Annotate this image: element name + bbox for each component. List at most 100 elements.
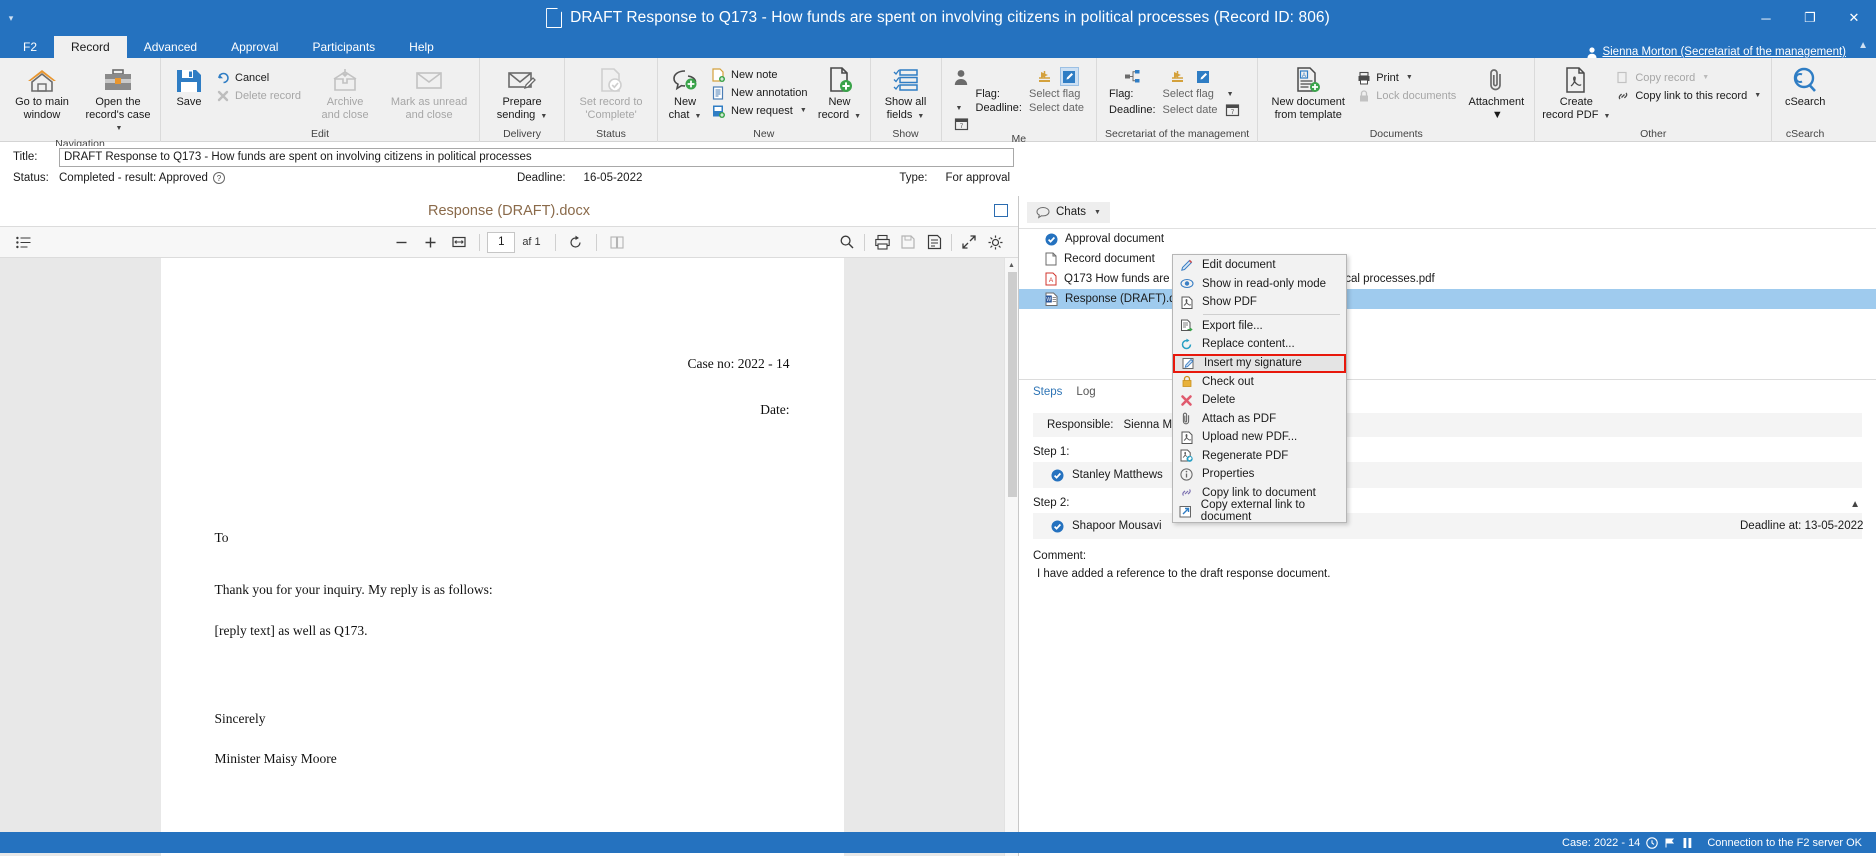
context-menu-item-show-read-only[interactable]: Show in read-only mode — [1173, 275, 1346, 294]
new-request-button[interactable]: New request ▼ — [708, 102, 813, 119]
context-menu-item-edit-document[interactable]: Edit document — [1173, 256, 1346, 275]
set-record-to-complete-button[interactable]: Set record to 'Complete' — [569, 61, 653, 121]
tab-record[interactable]: Record — [54, 36, 127, 58]
context-menu-item-show-pdf[interactable]: Show PDF — [1173, 293, 1346, 312]
ribbon-group-secretariat: Flag: Select flag ▼ Deadline: Select dat… — [1097, 58, 1258, 142]
cancel-button[interactable]: Cancel — [213, 69, 307, 86]
context-menu-item-copy-external-link[interactable]: Copy external link to document — [1173, 502, 1346, 521]
save-button[interactable]: Save — [165, 61, 213, 109]
pause-icon[interactable] — [1682, 837, 1693, 849]
list-item-response-draft-docx[interactable]: W Response (DRAFT).docx — [1019, 289, 1876, 309]
new-annotation-button[interactable]: New annotation — [708, 84, 813, 101]
gear-icon[interactable] — [982, 230, 1008, 254]
secretariat-flag-dropdown-icon[interactable]: ▼ — [1227, 91, 1240, 98]
context-menu-item-replace-content[interactable]: Replace content... — [1173, 335, 1346, 354]
secretariat-edit-flag-icon[interactable] — [1193, 67, 1212, 86]
secretariat-flag-value[interactable]: Select flag — [1163, 88, 1218, 100]
close-button[interactable]: ✕ — [1832, 0, 1876, 36]
fit-width-icon[interactable] — [446, 230, 472, 254]
context-menu-item-properties[interactable]: Properties — [1173, 465, 1346, 484]
zoom-out-icon[interactable] — [388, 230, 414, 254]
list-item-record-document[interactable]: Record document — [1019, 249, 1876, 269]
step-1-row[interactable]: Stanley Matthews — [1033, 462, 1862, 488]
annotation-icon — [711, 86, 726, 100]
me-deadline-value[interactable]: Select date — [1029, 102, 1084, 114]
context-menu-item-regenerate-pdf[interactable]: Regenerate PDF — [1173, 447, 1346, 466]
maximize-button[interactable]: ❐ — [1788, 0, 1832, 36]
clock-icon[interactable] — [1646, 837, 1658, 849]
attachment-dropdown-icon[interactable]: ▼ — [1492, 109, 1503, 122]
pdf-viewport[interactable]: Case no: 2022 - 14 Date: To Thank you fo… — [0, 258, 1004, 856]
popout-icon[interactable] — [994, 204, 1008, 217]
sidebar-toggle-icon[interactable] — [10, 230, 36, 254]
save-copy-icon[interactable] — [895, 230, 921, 254]
me-calendar-icon[interactable]: 7 — [954, 116, 969, 131]
step-2-row[interactable]: Shapoor Mousavi — [1033, 513, 1862, 539]
secretariat-set-flag-icon[interactable] — [1168, 67, 1187, 86]
flag-icon[interactable] — [1664, 837, 1676, 849]
open-records-case-button[interactable]: Open the record's case ▼ — [80, 61, 156, 136]
new-record-button[interactable]: New record ▼ — [814, 61, 866, 123]
new-document-from-template-button[interactable]: A New document from template — [1262, 61, 1354, 121]
me-edit-flag-icon[interactable] — [1060, 67, 1079, 86]
zoom-in-icon[interactable] — [417, 230, 443, 254]
csearch-button[interactable]: cSearch — [1776, 61, 1834, 109]
archive-and-close-button[interactable]: Archive and close — [307, 61, 383, 121]
main-area: Response (DRAFT).docx af 1 — [0, 196, 1876, 856]
secretariat-deadline-value[interactable]: Select date — [1163, 104, 1218, 116]
secretariat-calendar-icon[interactable]: 7 — [1225, 102, 1240, 117]
me-set-flag-icon[interactable] — [1035, 67, 1054, 86]
context-menu-item-export-file[interactable]: Export file... — [1173, 317, 1346, 336]
create-record-pdf-button[interactable]: Create record PDF ▼ — [1539, 61, 1613, 123]
show-all-fields-button[interactable]: Show all fields ▼ — [875, 61, 937, 123]
expand-icon[interactable] — [956, 230, 982, 254]
chats-button[interactable]: Chats ▼ — [1027, 202, 1110, 223]
print-icon[interactable] — [869, 230, 895, 254]
new-note-button[interactable]: New note — [708, 66, 813, 83]
scroll-up-icon[interactable]: ▲ — [1005, 258, 1018, 272]
copy-record-button[interactable]: Copy record ▼ — [1613, 69, 1767, 86]
pdf-scrollbar[interactable]: ▲ ▼ — [1004, 258, 1018, 856]
lock-documents-button[interactable]: Lock documents — [1354, 87, 1462, 104]
collapse-step-chevron-icon[interactable]: ▲ — [1850, 499, 1860, 510]
current-user-link[interactable]: Sienna Morton (Secretariat of the manage… — [1587, 46, 1846, 58]
context-menu-item-delete[interactable]: Delete — [1173, 391, 1346, 410]
prepare-sending-button[interactable]: Prepare sending ▼ — [484, 61, 560, 123]
rotate-icon[interactable] — [563, 230, 589, 254]
annotate-icon[interactable] — [921, 230, 947, 254]
context-menu-item-insert-my-signature[interactable]: Insert my signature — [1173, 354, 1346, 373]
document-preview-pane: Response (DRAFT).docx af 1 — [0, 196, 1019, 856]
title-input[interactable] — [59, 148, 1014, 167]
context-menu-item-attach-as-pdf[interactable]: Attach as PDF — [1173, 410, 1346, 429]
new-chat-button[interactable]: New chat ▼ — [662, 61, 708, 123]
minimize-button[interactable]: ─ — [1744, 0, 1788, 36]
quick-access-caret-icon[interactable]: ▾ — [0, 13, 22, 24]
me-flag-value[interactable]: Select flag — [1029, 88, 1084, 100]
chats-dropdown-icon[interactable]: ▼ — [1094, 209, 1101, 216]
page-number-input[interactable] — [487, 232, 515, 253]
go-to-main-window-button[interactable]: Go to main window — [4, 61, 80, 121]
tab-log[interactable]: Log — [1076, 386, 1095, 398]
print-button[interactable]: Print ▼ — [1354, 69, 1462, 86]
copy-link-to-record-button[interactable]: Copy link to this record ▼ — [1613, 87, 1767, 104]
tab-advanced[interactable]: Advanced — [127, 36, 214, 58]
context-menu-item-check-out[interactable]: Check out — [1173, 373, 1346, 392]
scroll-thumb[interactable] — [1008, 272, 1017, 497]
search-icon[interactable] — [834, 230, 860, 254]
attachment-button[interactable]: Attachment ▼ — [1462, 61, 1530, 121]
collapse-ribbon-icon[interactable]: ▲ — [1858, 40, 1868, 51]
list-item-approval-document[interactable]: Approval document — [1019, 229, 1876, 249]
page-layout-icon[interactable] — [604, 230, 630, 254]
tab-help[interactable]: Help — [392, 36, 451, 58]
mark-as-unread-and-close-button[interactable]: Mark as unread and close — [383, 61, 475, 121]
me-flag-dropdown-icon[interactable]: ▼ — [956, 105, 969, 112]
context-menu-item-upload-new-pdf[interactable]: Upload new PDF... — [1173, 428, 1346, 447]
help-question-icon[interactable]: ? — [213, 172, 225, 184]
delete-record-button[interactable]: Delete record — [213, 87, 307, 104]
tab-participants[interactable]: Participants — [295, 36, 392, 58]
tab-approval[interactable]: Approval — [214, 36, 295, 58]
documents-list-spacer — [1019, 309, 1876, 379]
tab-f2[interactable]: F2 — [6, 36, 54, 58]
tab-steps[interactable]: Steps — [1033, 386, 1062, 398]
list-item-q173-pdf[interactable]: A Q173 How funds are spent on involving … — [1019, 269, 1876, 289]
